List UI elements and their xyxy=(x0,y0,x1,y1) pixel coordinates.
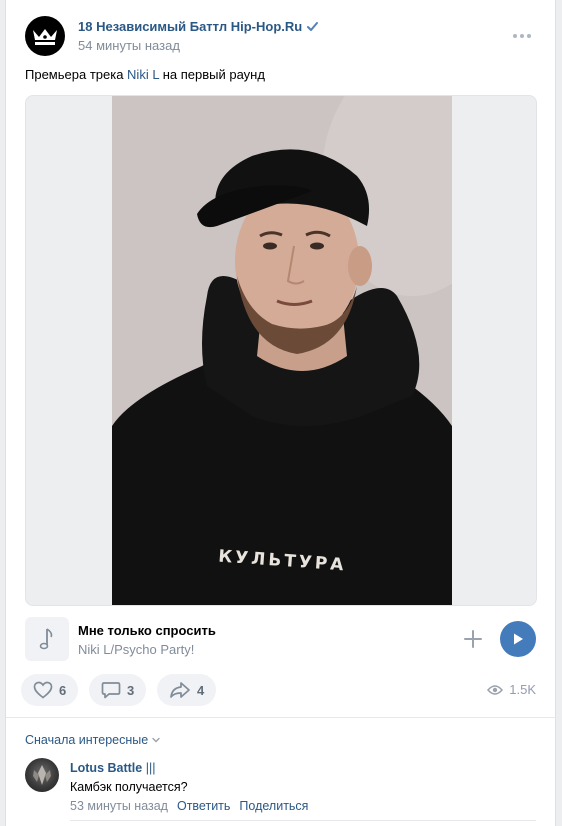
post-header: 18 Независимый Баттл Hip-Hop.Ru 54 минут… xyxy=(25,16,536,60)
verified-check-icon xyxy=(307,22,319,31)
comments-divider xyxy=(6,717,555,718)
group-name: 18 Независимый Баттл Hip-Hop.Ru xyxy=(78,19,303,34)
audio-attachment: Мне только спросить Niki L/Psycho Party! xyxy=(25,617,537,663)
post-text-after: на первый раунд xyxy=(159,67,265,82)
comment-button[interactable]: 3 xyxy=(89,674,147,706)
views-count: 1.5K xyxy=(509,682,536,697)
sort-label: Сначала интересные xyxy=(25,733,149,747)
comments-sort-dropdown[interactable]: Сначала интересные xyxy=(25,733,161,747)
comment-time[interactable]: 53 минуты назад xyxy=(70,799,168,813)
comment-author-suffix: ||| xyxy=(145,761,156,775)
like-count: 6 xyxy=(59,682,67,698)
eye-icon xyxy=(487,684,504,695)
comment-count: 3 xyxy=(127,682,135,698)
artist-link[interactable]: Niki L xyxy=(127,67,159,82)
lotus-logo-icon xyxy=(33,765,51,785)
share-comment-link[interactable]: Поделиться xyxy=(239,799,308,813)
audio-cover xyxy=(25,617,69,661)
post-text-before: Премьера трека xyxy=(25,67,128,82)
share-button[interactable]: 4 xyxy=(157,674,217,706)
music-note-icon xyxy=(39,628,53,650)
group-name-link[interactable]: 18 Независимый Баттл Hip-Hop.Ru xyxy=(78,19,319,34)
play-icon xyxy=(514,633,523,645)
portrait-illustration: КУЛЬТУРА xyxy=(112,96,452,605)
play-button[interactable] xyxy=(500,621,536,657)
like-button[interactable]: 6 xyxy=(21,674,79,706)
comment-item: Lotus Battle ||| Камбэк получается? 53 м… xyxy=(25,758,536,826)
add-audio-icon[interactable] xyxy=(463,629,483,649)
comment-icon xyxy=(101,682,121,699)
post-text: Премьера трека Niki L на первый раунд xyxy=(25,67,265,82)
more-options-icon[interactable] xyxy=(513,34,531,38)
crown-logo-icon xyxy=(33,29,57,45)
comment-separator xyxy=(70,820,536,821)
audio-title[interactable]: Мне только спросить xyxy=(78,623,216,638)
group-avatar[interactable] xyxy=(25,16,65,56)
chevron-down-icon xyxy=(152,737,160,743)
share-count: 4 xyxy=(197,682,205,698)
reply-link[interactable]: Ответить xyxy=(177,799,230,813)
views-counter: 1.5K xyxy=(487,682,536,697)
share-arrow-icon xyxy=(170,682,190,698)
comment-author-link[interactable]: Lotus Battle ||| xyxy=(70,761,155,775)
post-actions: 6 3 4 1.5K xyxy=(21,674,536,706)
post-photo-container[interactable]: КУЛЬТУРА xyxy=(25,95,537,606)
comment-avatar[interactable] xyxy=(25,758,59,792)
post-photo[interactable]: КУЛЬТУРА xyxy=(112,96,452,605)
comment-text: Камбэк получается? xyxy=(70,780,188,794)
comment-meta: 53 минуты назад Ответить Поделиться xyxy=(70,799,308,813)
post-time[interactable]: 54 минуты назад xyxy=(78,38,180,53)
audio-artist[interactable]: Niki L/Psycho Party! xyxy=(78,642,194,657)
heart-icon xyxy=(33,681,53,699)
comment-author: Lotus Battle xyxy=(70,761,143,775)
post-card: 18 Независимый Баттл Hip-Hop.Ru 54 минут… xyxy=(5,0,556,826)
